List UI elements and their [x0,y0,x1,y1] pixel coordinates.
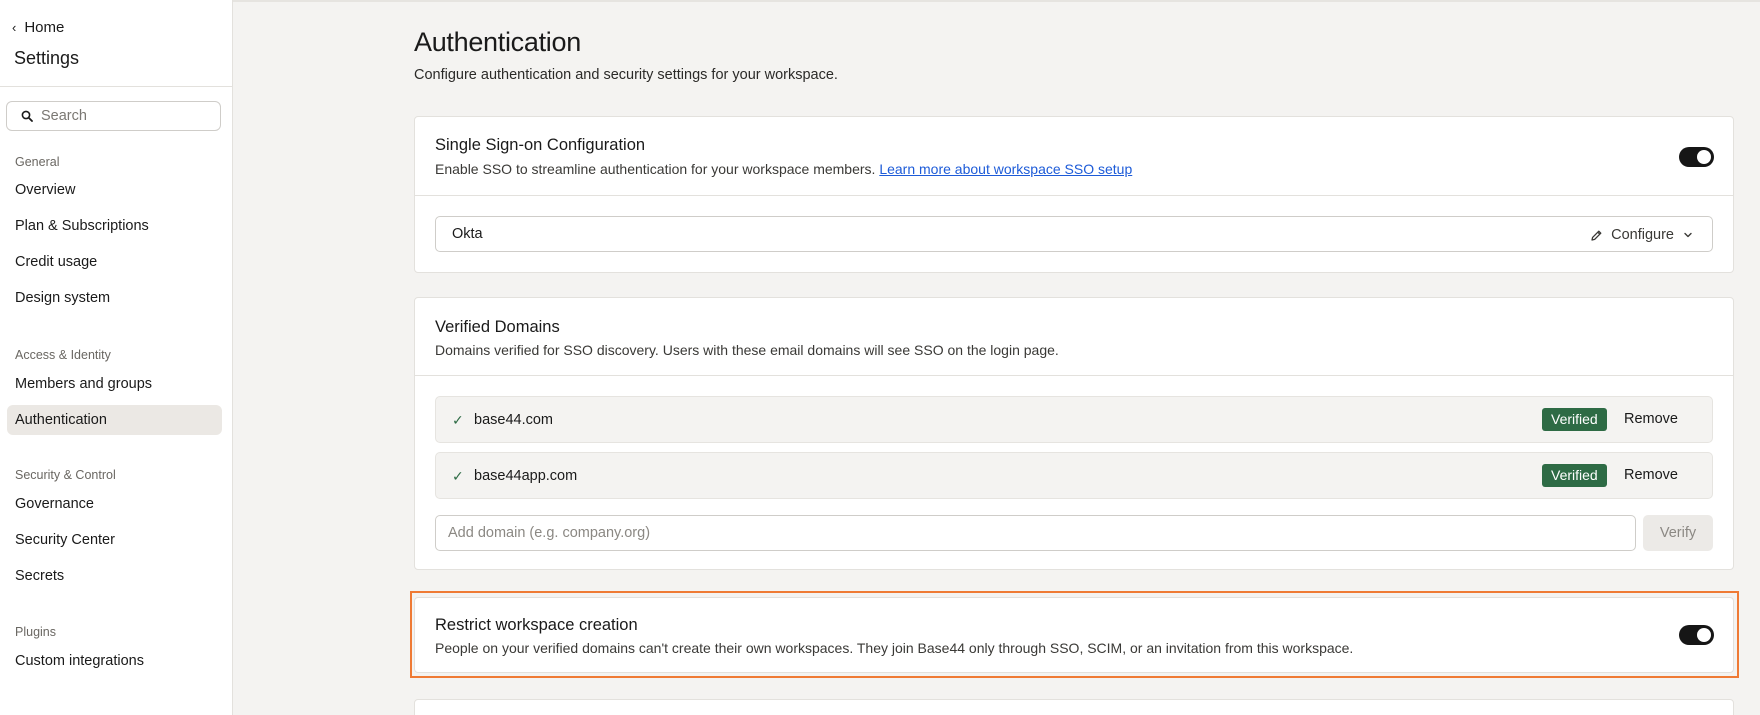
domain-row: ✓ base44app.com Verified Remove [435,452,1713,499]
back-home-label: Home [24,18,65,36]
top-border [0,0,1760,2]
nav-heading: Access & Identity [15,348,111,362]
nav-heading: Security & Control [15,468,116,482]
sidebar-item-credit-usage[interactable]: Credit usage [7,247,222,277]
restrict-toggle[interactable] [1679,625,1714,645]
add-domain-input[interactable] [435,515,1636,551]
sidebar-item-members-groups[interactable]: Members and groups [7,369,222,399]
verified-badge: Verified [1542,464,1607,487]
restrict-workspace-card: Restrict workspace creation People on yo… [414,597,1734,673]
search-input[interactable] [41,108,211,124]
card-divider [415,195,1733,196]
domain-row: ✓ base44.com Verified Remove [435,396,1713,443]
domain-name: base44app.com [474,468,578,484]
nav-section-plugins: Plugins Custom integrations [0,623,232,676]
verified-badge: Verified [1542,408,1607,431]
remove-domain-button[interactable]: Remove [1624,467,1678,483]
domains-title: Verified Domains [435,318,560,336]
check-icon: ✓ [452,412,464,428]
sidebar-item-overview[interactable]: Overview [7,175,222,205]
sso-provider-row: Okta Configure [435,216,1713,252]
verified-domains-card: Verified Domains Domains verified for SS… [414,297,1734,570]
sidebar-item-secrets[interactable]: Secrets [7,561,222,591]
toggle-knob [1697,628,1711,642]
nav-heading: Plugins [15,625,56,639]
chevron-down-icon [1684,232,1692,238]
domain-name: base44.com [474,412,553,428]
nav-section-security-control: Security & Control Governance Security C… [0,466,232,591]
back-home-link[interactable]: ‹ Home [12,16,64,38]
check-icon: ✓ [452,468,464,484]
sso-description: Enable SSO to streamline authentication … [435,161,1132,177]
nav-heading: General [15,155,60,169]
configure-button[interactable]: Configure [1590,223,1694,247]
pencil-icon [1591,230,1602,241]
sidebar-item-design-system[interactable]: Design system [7,283,222,313]
sso-provider-name: Okta [452,226,483,242]
sidebar-item-authentication[interactable]: Authentication [7,405,222,435]
sso-description-text: Enable SSO to streamline authentication … [435,161,876,177]
remove-domain-button[interactable]: Remove [1624,411,1678,427]
restrict-title: Restrict workspace creation [435,616,638,634]
toggle-knob [1697,150,1711,164]
sso-title: Single Sign-on Configuration [435,136,646,154]
configure-label: Configure [1611,227,1674,243]
sidebar-item-security-center[interactable]: Security Center [7,525,222,555]
sidebar-divider [0,86,232,87]
search-box[interactable] [6,101,221,131]
sidebar-item-custom-integrations[interactable]: Custom integrations [7,646,222,676]
nav-section-access-identity: Access & Identity Members and groups Aut… [0,346,232,435]
sidebar-item-governance[interactable]: Governance [7,489,222,519]
domains-description: Domains verified for SSO discovery. User… [435,342,1059,358]
search-icon [21,110,33,122]
next-card [414,699,1734,715]
page-subtitle: Configure authentication and security se… [414,67,838,83]
page-title: Authentication [414,27,581,57]
verify-button[interactable]: Verify [1643,515,1713,551]
restrict-description: People on your verified domains can't cr… [435,640,1354,656]
nav-section-general: General Overview Plan & Subscriptions Cr… [0,153,232,313]
sidebar: ‹ Home Settings General Overview Plan & … [0,0,233,715]
sidebar-title: Settings [14,48,80,68]
sso-toggle[interactable] [1679,147,1714,167]
card-divider [415,375,1733,376]
chevron-left-icon: ‹ [12,19,17,35]
sso-learn-more-link[interactable]: Learn more about workspace SSO setup [879,161,1132,177]
sso-card: Single Sign-on Configuration Enable SSO … [414,116,1734,273]
sidebar-item-plan-subscriptions[interactable]: Plan & Subscriptions [7,211,222,241]
